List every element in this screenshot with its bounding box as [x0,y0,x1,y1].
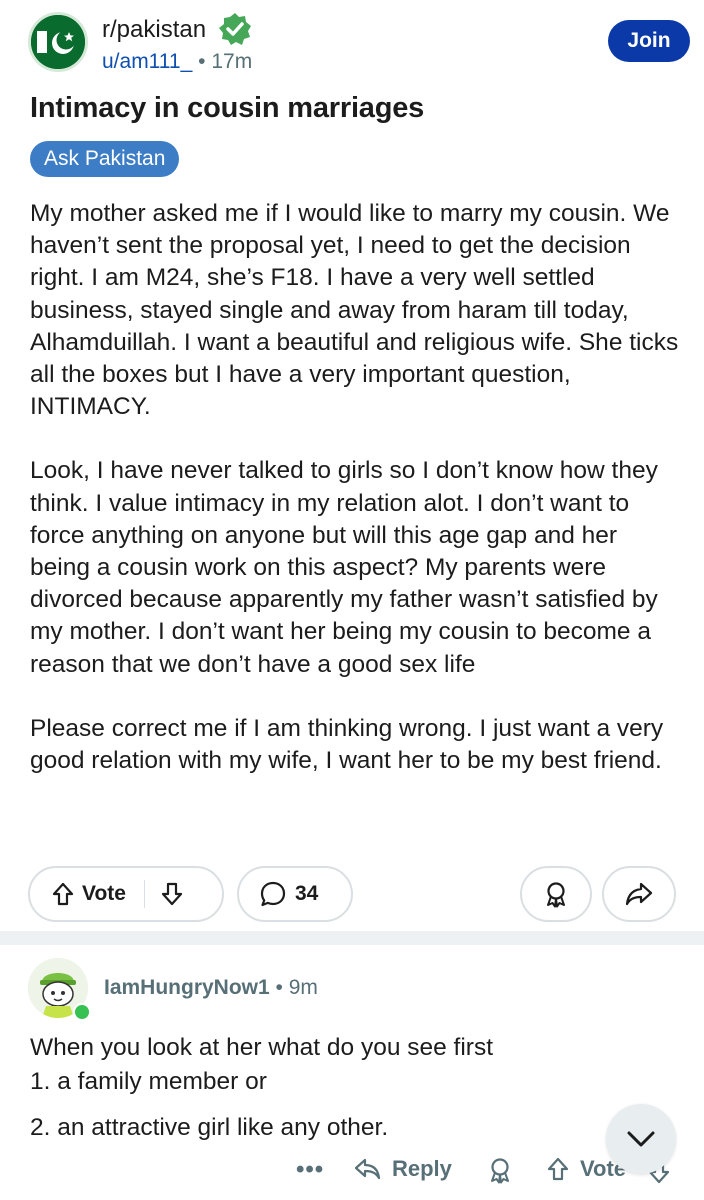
reply-arrow-icon [354,1158,381,1180]
comment-count: 34 [295,882,319,905]
reply-button[interactable]: Reply [354,1156,452,1182]
post-paragraph: Look, I have never talked to girls so I … [30,457,658,678]
post-author[interactable]: u/am111_ [102,50,192,73]
subreddit-avatar[interactable] [28,12,88,72]
post-action-bar: Vote 34 [28,866,676,924]
upvote-icon [547,1157,569,1181]
share-icon [625,882,653,906]
meta-separator: • [275,976,283,999]
comments-button[interactable]: 34 [237,866,353,922]
comment-line: 1. a family member or [30,1068,267,1095]
upvote-icon[interactable] [52,882,74,906]
post-paragraph: Please correct me if I am thinking wrong… [30,714,664,775]
subreddit-name[interactable]: r/pakistan [102,16,206,44]
post-title: Intimacy in cousin marriages [30,92,425,124]
share-button[interactable] [602,866,676,922]
vote-control: Vote [28,866,224,922]
comment-author[interactable]: IamHungryNow1 [104,976,270,999]
post-age: 17m [211,50,253,73]
vote-label: Vote [82,882,126,905]
reply-label: Reply [392,1156,452,1181]
post-body: My mother asked me if I would like to ma… [30,198,680,777]
post-meta: u/am111_ • 17m [102,50,252,74]
award-icon [547,882,565,908]
post-flair[interactable]: Ask Pakistan [30,141,180,177]
comment-bubble-icon [260,881,286,907]
award-button[interactable] [520,866,592,922]
join-button[interactable]: Join [608,20,690,62]
post-paragraph: My mother asked me if I would like to ma… [30,200,679,421]
vote-divider [143,880,145,908]
verified-badge-icon [219,13,251,45]
comment-action-bar: ••• Reply Vote [0,1150,704,1196]
downvote-icon[interactable] [161,882,183,906]
online-status-dot [73,1003,91,1021]
chevron-down-icon [627,1131,655,1147]
comment-age: 9m [288,976,318,999]
post-header: r/pakistan u/am111_ • 17m Join [28,10,690,76]
section-divider [0,931,704,945]
meta-separator: • [198,50,206,73]
comment-meta: IamHungryNow1 • 9m [104,976,318,1000]
comment-line: 2. an attractive girl like any other. [30,1114,389,1141]
comment-line: When you look at her what do you see fir… [30,1034,494,1061]
award-icon[interactable] [486,1156,514,1184]
pakistan-flag-icon [31,15,85,69]
scroll-down-button[interactable] [606,1104,676,1174]
more-options-button[interactable]: ••• [296,1156,324,1184]
